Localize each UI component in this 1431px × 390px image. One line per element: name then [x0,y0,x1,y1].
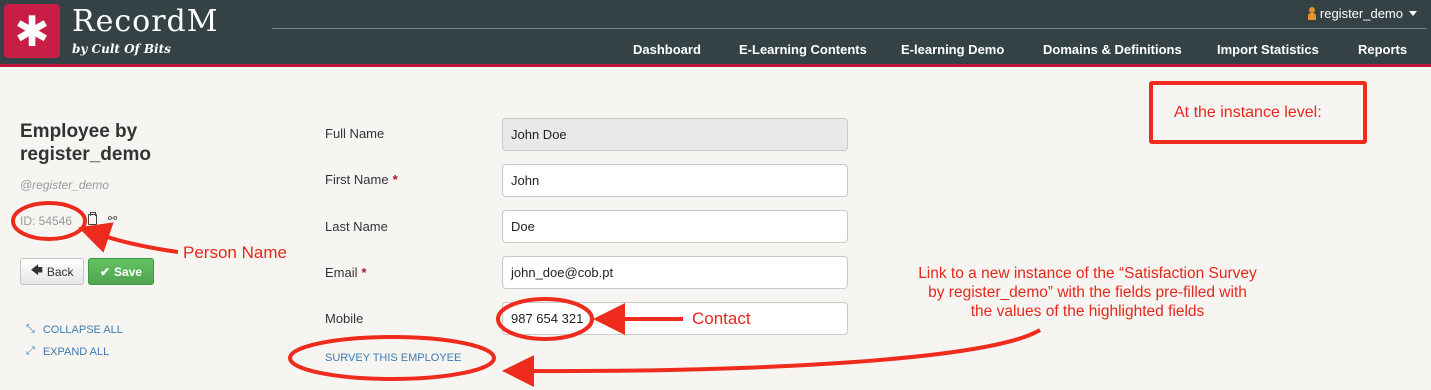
expand-all-link[interactable]: ⤢ EXPAND ALL [26,345,109,358]
expand-all-label: EXPAND ALL [42,345,110,358]
header-accent-stripe [0,64,1431,67]
nav-dashboard[interactable]: Dashboard [633,42,701,57]
annotation-instance-level: At the instance level: [1174,104,1322,121]
survey-arrow [502,328,1042,388]
app-subtitle: by Cult Of Bits [72,42,171,56]
person-name-arrow [78,222,179,254]
nav-domains-definitions[interactable]: Domains & Definitions [1043,42,1182,57]
annotation-link-note: Link to a new instance of the “Satisfact… [860,264,1315,321]
annotation-link-line: by register_demo” with the fields pre-fi… [928,284,1247,301]
collapse-all-label: COLLAPSE ALL [42,323,123,336]
expand-icon: ⤢ [26,345,35,357]
collapse-icon: ⤡ [26,323,35,335]
annotation-link-line: Link to a new instance of the “Satisfact… [918,265,1257,282]
mobile-field[interactable]: 987 654 321 [502,302,848,335]
header-divider [272,28,1427,29]
page-title: Employee by register_demo [20,121,151,165]
annotation-link-line: the values of the highlighted fields [970,303,1205,320]
username-label: @register_demo [20,178,109,192]
field-label-mobile: Mobile [325,311,364,326]
top-header: ✱ RecordM by Cult Of Bits register_demo … [0,0,1431,64]
back-button[interactable]: 🡄 Back [20,258,84,285]
user-icon [1307,7,1316,20]
required-marker: * [361,265,367,280]
survey-employee-link[interactable]: SURVEY THIS EMPLOYEE [325,352,461,364]
link-icon[interactable]: ⚯ [108,212,117,225]
field-label-last-name: Last Name [325,219,388,234]
last-name-field[interactable]: Doe [502,210,848,243]
annotation-contact: Contact [692,309,751,328]
chevron-down-icon [1409,11,1417,16]
user-menu[interactable]: register_demo [1307,6,1417,21]
nav-import-statistics[interactable]: Import Statistics [1217,42,1319,57]
full-name-field: John Doe [502,118,848,151]
required-marker: * [392,172,398,187]
arrow-left-icon: 🡄 [30,263,43,277]
instance-id: ID: 54546 [20,214,73,228]
clipboard-icon[interactable] [88,212,97,225]
check-icon: ✔ [99,264,111,279]
nav-elearning-demo[interactable]: E-learning Demo [901,42,1004,57]
save-button[interactable]: ✔ Save [88,258,154,285]
app-title[interactable]: RecordM [72,4,218,39]
nav-reports[interactable]: Reports [1358,42,1407,57]
email-field[interactable]: john_doe@cob.pt [502,256,848,289]
logo-icon[interactable]: ✱ [4,4,60,58]
first-name-field[interactable]: John [502,164,848,197]
collapse-all-link[interactable]: ⤡ COLLAPSE ALL [26,323,123,336]
save-label: Save [114,264,143,279]
back-label: Back [46,264,74,279]
field-label-first-name: First Name * [325,172,398,187]
nav-elearning-contents[interactable]: E-Learning Contents [739,42,867,57]
annotation-person-name: Person Name [183,243,287,262]
field-label-email: Email * [325,265,367,280]
field-label-full-name: Full Name [325,126,385,141]
user-name: register_demo [1319,6,1403,21]
